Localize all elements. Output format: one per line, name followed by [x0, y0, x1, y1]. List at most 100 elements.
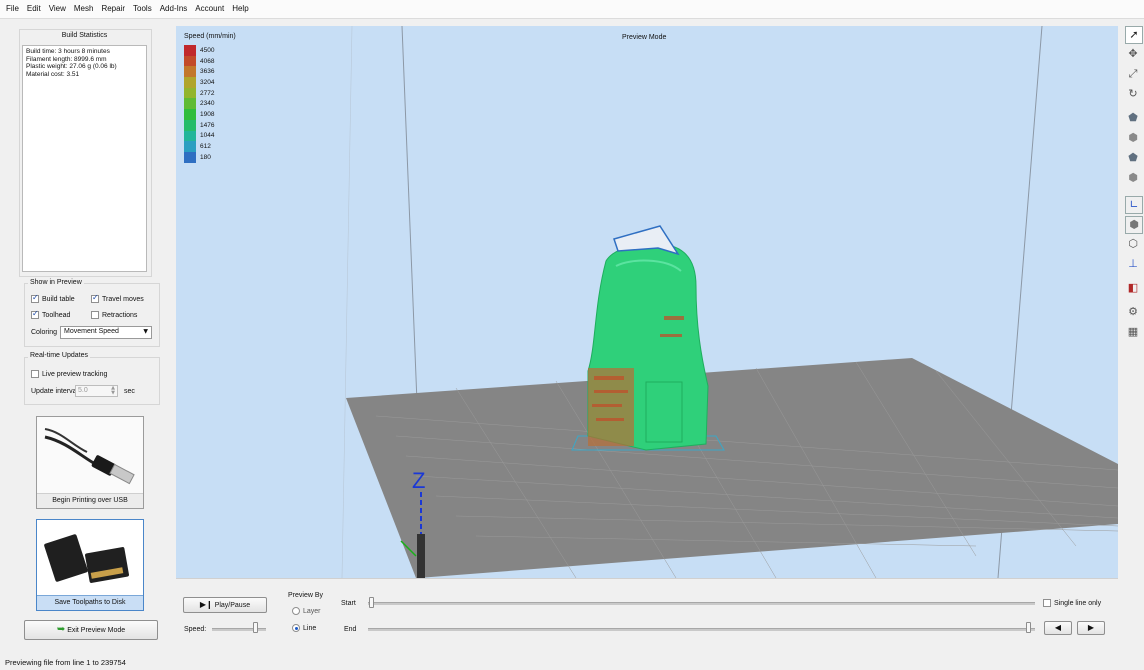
play-pause-label: Play/Pause	[214, 602, 251, 609]
checkbox-box[interactable]	[91, 311, 99, 319]
speed-legend: 4500 4068 3636 3204 2772 2340 1908 1476 1044 612 1…	[184, 45, 214, 163]
live-preview-checkbox[interactable]: Live preview tracking	[31, 370, 107, 378]
select-arrow-icon[interactable]: ➚	[1125, 26, 1143, 44]
line-radio[interactable]: Line	[292, 624, 316, 632]
end-label: End	[344, 626, 357, 633]
legend-swatch	[184, 77, 196, 88]
view-cube-right-icon[interactable]: ⬢	[1125, 170, 1141, 186]
view-cube-front-icon[interactable]: ⬟	[1125, 110, 1141, 126]
live-preview-label: Live preview tracking	[42, 370, 108, 378]
begin-printing-usb-button[interactable]: Begin Printing over USB	[36, 416, 144, 509]
spin-arrows-icon[interactable]: ▲ ▼	[111, 386, 115, 396]
speed-legend-title: Speed (mm/min)	[184, 33, 236, 40]
menu-bar: File Edit View Mesh Repair Tools Add-Ins Accoun…	[0, 0, 1144, 19]
stat-filament-length: Filament length: 8999.6 mm	[26, 55, 107, 63]
legend-value: 1908	[200, 110, 215, 118]
drop-to-bed-icon[interactable]: ⊥	[1125, 256, 1141, 272]
single-line-checkbox[interactable]: Single line only	[1043, 599, 1101, 607]
checkbox-box[interactable]	[91, 293, 99, 303]
end-slider-thumb[interactable]	[1026, 622, 1031, 633]
legend-value: 612	[200, 143, 211, 151]
menu-repair[interactable]: Repair	[97, 0, 129, 18]
start-slider-track[interactable]	[368, 602, 1035, 605]
retractions-label: Retractions	[102, 311, 138, 319]
view-cube-left-icon[interactable]: ⬢	[1125, 130, 1141, 146]
layer-radio[interactable]: Layer	[292, 607, 321, 615]
retractions-checkbox[interactable]: Retractions	[91, 311, 137, 319]
layer-option-label: Layer	[303, 607, 321, 615]
build-table-label: Build table	[42, 295, 75, 303]
3d-viewport[interactable]: Z Preview Mode Speed (mm/min) 4500 4068 36…	[176, 26, 1118, 578]
checkbox-box[interactable]	[31, 309, 39, 319]
legend-value: 1476	[200, 121, 215, 129]
save-toolpaths-button[interactable]: Save Toolpaths to Disk	[36, 519, 144, 611]
move-icon[interactable]: ✥	[1125, 46, 1141, 62]
rotate-icon[interactable]: ↻	[1125, 86, 1141, 102]
status-bar: Previewing file from line 1 to 239754	[0, 656, 1144, 670]
step-forward-button[interactable]: ▶	[1077, 621, 1105, 635]
legend-entry: 1044	[184, 130, 215, 142]
build-table-checkbox[interactable]: Build table	[31, 293, 75, 303]
checkbox-box[interactable]	[31, 293, 39, 303]
settings-gear-icon[interactable]: ⚙	[1125, 304, 1141, 320]
build-table-icon[interactable]: ▦	[1125, 324, 1141, 340]
legend-swatch	[184, 66, 196, 78]
menu-view[interactable]: View	[45, 0, 70, 18]
legend-value: 2772	[200, 89, 215, 97]
play-pause-button[interactable]: ▶❙ Play/Pause	[183, 597, 267, 613]
chevron-down-icon: ▼	[143, 328, 148, 335]
radio-circle[interactable]	[292, 607, 300, 615]
toolhead-checkbox[interactable]: Toolhead	[31, 309, 70, 319]
build-statistics-title: Build Statistics	[61, 32, 108, 39]
menu-add-ins[interactable]: Add-Ins	[156, 0, 192, 18]
legend-value: 3636	[200, 68, 215, 76]
axes-view-icon[interactable]: ∟	[1125, 196, 1143, 214]
mirror-icon[interactable]: ◧	[1125, 280, 1141, 296]
radio-circle[interactable]	[292, 624, 300, 632]
checkbox-box[interactable]	[31, 370, 39, 378]
legend-swatch	[184, 55, 196, 67]
stat-material-cost: Material cost: 3.51	[26, 70, 80, 78]
step-back-button[interactable]: ◀	[1044, 621, 1072, 635]
legend-value: 180	[200, 153, 211, 161]
sd-card-icon	[44, 534, 129, 583]
speed-label: Speed:	[184, 626, 207, 633]
exit-preview-button[interactable]: ➥ Exit Preview Mode	[24, 620, 158, 640]
step-forward-icon: ▶	[1087, 623, 1095, 632]
checkbox-box[interactable]	[1043, 599, 1051, 607]
wireframe-view-icon[interactable]: ⬡	[1125, 236, 1141, 252]
legend-value: 1044	[200, 132, 215, 140]
legend-entry: 3636	[184, 66, 215, 78]
travel-moves-checkbox[interactable]: Travel moves	[91, 293, 144, 303]
legend-swatch	[184, 151, 196, 163]
save-toolpaths-label: Save Toolpaths to Disk	[37, 595, 143, 610]
update-interval-spinbox[interactable]: 5.0 ▲ ▼	[75, 385, 118, 397]
legend-entry: 612	[184, 141, 214, 152]
legend-swatch	[184, 130, 196, 142]
coloring-select[interactable]: Movement Speed ▼	[60, 326, 152, 339]
scale-icon[interactable]: ⤢	[1125, 66, 1141, 82]
menu-help[interactable]: Help	[228, 0, 252, 18]
view-cube-top-icon[interactable]: ⬟	[1125, 150, 1141, 166]
update-interval-unit: sec	[124, 388, 135, 395]
menu-edit[interactable]: Edit	[23, 0, 45, 18]
update-interval-value: 5.0	[78, 387, 88, 394]
stat-plastic-weight: Plastic weight: 27.06 g (0.06 lb)	[26, 63, 117, 70]
legend-value: 3204	[200, 78, 215, 86]
speed-slider-thumb[interactable]	[253, 622, 259, 633]
start-slider-thumb[interactable]	[369, 597, 374, 608]
menu-tools[interactable]: Tools	[129, 0, 156, 18]
legend-entry: 4068	[184, 55, 215, 67]
preview-scene: Z	[341, 26, 1118, 578]
menu-mesh[interactable]: Mesh	[70, 0, 98, 18]
menu-account[interactable]: Account	[191, 0, 228, 18]
end-slider-track[interactable]	[368, 628, 1035, 631]
coloring-label: Coloring	[31, 329, 58, 336]
legend-value: 4068	[200, 57, 215, 65]
solid-view-icon[interactable]: ⬢	[1125, 216, 1143, 234]
realtime-updates-title: Real-time Updates	[28, 352, 90, 359]
legend-swatch	[184, 119, 196, 131]
menu-file[interactable]: File	[0, 0, 23, 18]
legend-swatch	[184, 141, 196, 152]
travel-moves-label: Travel moves	[102, 295, 144, 303]
